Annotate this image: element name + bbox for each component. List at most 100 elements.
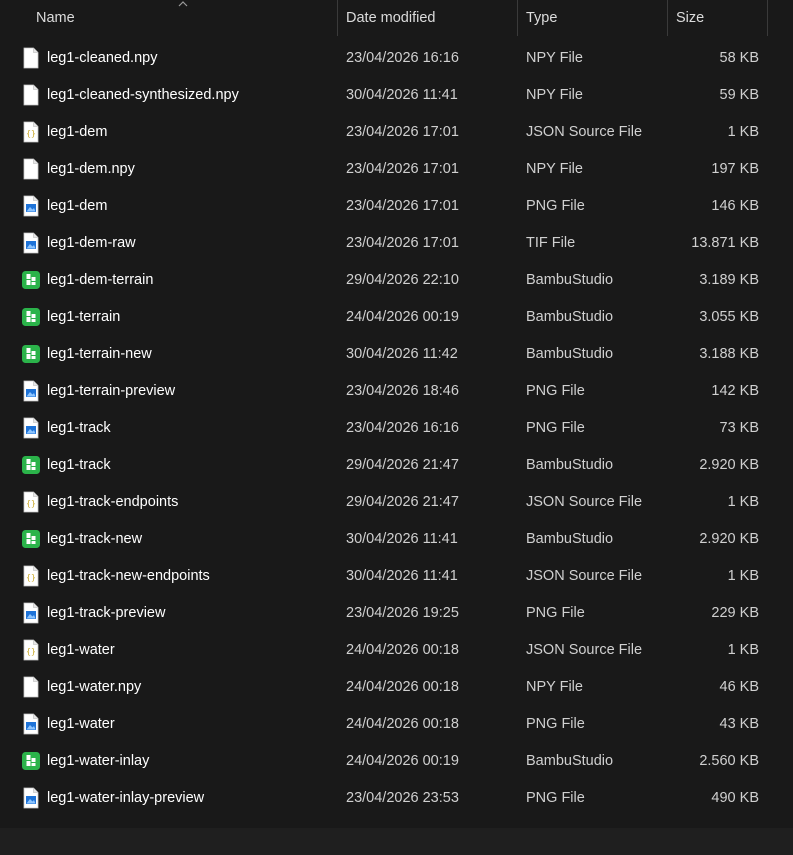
file-name-cell: leg1-track [0, 417, 338, 439]
status-bar [0, 828, 793, 855]
file-row[interactable]: leg1-track-preview 23/04/2026 19:25 PNG Fi… [0, 594, 793, 631]
file-size: 3.055 KB [699, 308, 759, 325]
file-row[interactable]: leg1-water-inlay 24/04/2026 00:19 BambuStu… [0, 742, 793, 779]
file-name: leg1-water [47, 641, 115, 658]
column-header-type[interactable]: Type [518, 0, 668, 36]
blank-file-icon [22, 47, 40, 69]
file-size: 59 KB [719, 86, 760, 103]
file-type: BambuStudio [526, 345, 614, 362]
blank-file-icon [22, 84, 40, 106]
file-row[interactable]: leg1-dem 23/04/2026 17:01 PNG File 146 KB [0, 187, 793, 224]
column-header-size-label: Size [676, 10, 705, 26]
svg-text:{}: {} [26, 573, 36, 582]
file-row[interactable]: leg1-cleaned-synthesized.npy 30/04/2026 1… [0, 76, 793, 113]
json-file-icon: {} [22, 491, 40, 513]
image-file-icon [22, 380, 40, 402]
column-header-name[interactable]: Name [0, 0, 338, 36]
file-name: leg1-dem.npy [47, 160, 135, 177]
bambu-studio-icon [22, 343, 40, 365]
file-type: TIF File [526, 234, 576, 251]
file-size: 1 KB [727, 493, 759, 510]
file-type: BambuStudio [526, 530, 614, 547]
image-file-icon [22, 713, 40, 735]
blank-file-icon [22, 676, 40, 698]
json-file-icon: {} [22, 121, 40, 143]
file-date-modified: 30/04/2026 11:41 [346, 530, 458, 547]
file-list-pane: Name Date modified Type Size leg1-cleane… [0, 0, 793, 828]
column-header-size[interactable]: Size [668, 0, 768, 36]
file-size: 46 KB [719, 678, 760, 695]
image-file-icon [22, 195, 40, 217]
file-name: leg1-water-inlay [47, 752, 150, 769]
file-type: BambuStudio [526, 308, 614, 325]
file-name-cell: leg1-terrain [0, 306, 338, 328]
file-name: leg1-cleaned.npy [47, 49, 158, 66]
file-name-cell: {} leg1-track-endpoints [0, 491, 338, 513]
file-name: leg1-track [47, 419, 111, 436]
file-date-modified: 23/04/2026 16:16 [346, 49, 459, 66]
file-size: 490 KB [711, 789, 759, 806]
file-row[interactable]: leg1-dem-terrain 29/04/2026 22:10 BambuStu… [0, 261, 793, 298]
file-name: leg1-terrain-preview [47, 382, 176, 399]
file-size: 2.920 KB [699, 530, 759, 547]
file-row[interactable]: leg1-track 29/04/2026 21:47 BambuStudio 2.9… [0, 446, 793, 483]
image-file-icon [22, 417, 40, 439]
file-row[interactable]: leg1-terrain-new 30/04/2026 11:42 BambuStu… [0, 335, 793, 372]
file-type: PNG File [526, 715, 585, 732]
column-header-date-modified[interactable]: Date modified [338, 0, 518, 36]
file-size: 197 KB [711, 160, 759, 177]
file-size: 1 KB [727, 567, 759, 584]
file-row[interactable]: leg1-cleaned.npy 23/04/2026 16:16 NPY File… [0, 39, 793, 76]
file-name-cell: leg1-dem-terrain [0, 269, 338, 291]
file-size: 13.871 KB [691, 234, 759, 251]
file-name-cell: leg1-dem [0, 195, 338, 217]
file-date-modified: 30/04/2026 11:42 [346, 345, 458, 362]
file-size: 229 KB [711, 604, 759, 621]
column-header-bar: Name Date modified Type Size [0, 0, 793, 36]
file-name-cell: leg1-water-inlay-preview [0, 787, 338, 809]
file-name: leg1-dem [47, 197, 108, 214]
file-row[interactable]: leg1-track 23/04/2026 16:16 PNG File 73 KB [0, 409, 793, 446]
file-row[interactable]: leg1-dem.npy 23/04/2026 17:01 NPY File 197 … [0, 150, 793, 187]
file-name-cell: {} leg1-track-new-endpoints [0, 565, 338, 587]
file-row[interactable]: leg1-track-new 30/04/2026 11:41 BambuStudi… [0, 520, 793, 557]
file-name-cell: leg1-terrain-new [0, 343, 338, 365]
file-type: BambuStudio [526, 456, 614, 473]
svg-text:{}: {} [26, 647, 36, 656]
file-row[interactable]: {} leg1-track-new-endpoints 30/04/2026 11:… [0, 557, 793, 594]
file-date-modified: 29/04/2026 21:47 [346, 456, 459, 473]
file-type: JSON Source File [526, 123, 643, 140]
bambu-studio-icon [22, 454, 40, 476]
file-date-modified: 23/04/2026 16:16 [346, 419, 459, 436]
file-date-modified: 24/04/2026 00:18 [346, 641, 459, 658]
file-row[interactable]: leg1-water.npy 24/04/2026 00:18 NPY File 46… [0, 668, 793, 705]
file-row[interactable]: leg1-terrain-preview 23/04/2026 18:46 PNG … [0, 372, 793, 409]
file-name-cell: leg1-cleaned-synthesized.npy [0, 84, 338, 106]
file-date-modified: 23/04/2026 19:25 [346, 604, 459, 621]
file-size: 2.560 KB [699, 752, 759, 769]
file-date-modified: 23/04/2026 17:01 [346, 197, 459, 214]
file-name-cell: leg1-track [0, 454, 338, 476]
bambu-studio-icon [22, 750, 40, 772]
file-row[interactable]: leg1-dem-raw 23/04/2026 17:01 TIF File 13.8… [0, 224, 793, 261]
file-row[interactable]: {} leg1-water 24/04/2026 00:18 JSON Source … [0, 631, 793, 668]
image-file-icon [22, 602, 40, 624]
file-date-modified: 24/04/2026 00:18 [346, 678, 459, 695]
file-name-cell: leg1-water [0, 713, 338, 735]
file-row[interactable]: {} leg1-dem 23/04/2026 17:01 JSON Source Fi… [0, 113, 793, 150]
file-type: NPY File [526, 86, 583, 103]
file-type: NPY File [526, 49, 583, 66]
file-type: PNG File [526, 419, 585, 436]
blank-file-icon [22, 158, 40, 180]
file-name: leg1-terrain-new [47, 345, 152, 362]
file-row[interactable]: leg1-water-inlay-preview 23/04/2026 23:53… [0, 779, 793, 816]
file-row[interactable]: {} leg1-track-endpoints 29/04/2026 21:47 JS… [0, 483, 793, 520]
file-size: 1 KB [727, 123, 759, 140]
file-size: 2.920 KB [699, 456, 759, 473]
file-type: PNG File [526, 604, 585, 621]
file-name: leg1-dem-terrain [47, 271, 154, 288]
file-date-modified: 23/04/2026 18:46 [346, 382, 459, 399]
file-row[interactable]: leg1-water 24/04/2026 00:18 PNG File 43 KB [0, 705, 793, 742]
file-name: leg1-track [47, 456, 111, 473]
file-row[interactable]: leg1-terrain 24/04/2026 00:19 BambuStudio 3… [0, 298, 793, 335]
